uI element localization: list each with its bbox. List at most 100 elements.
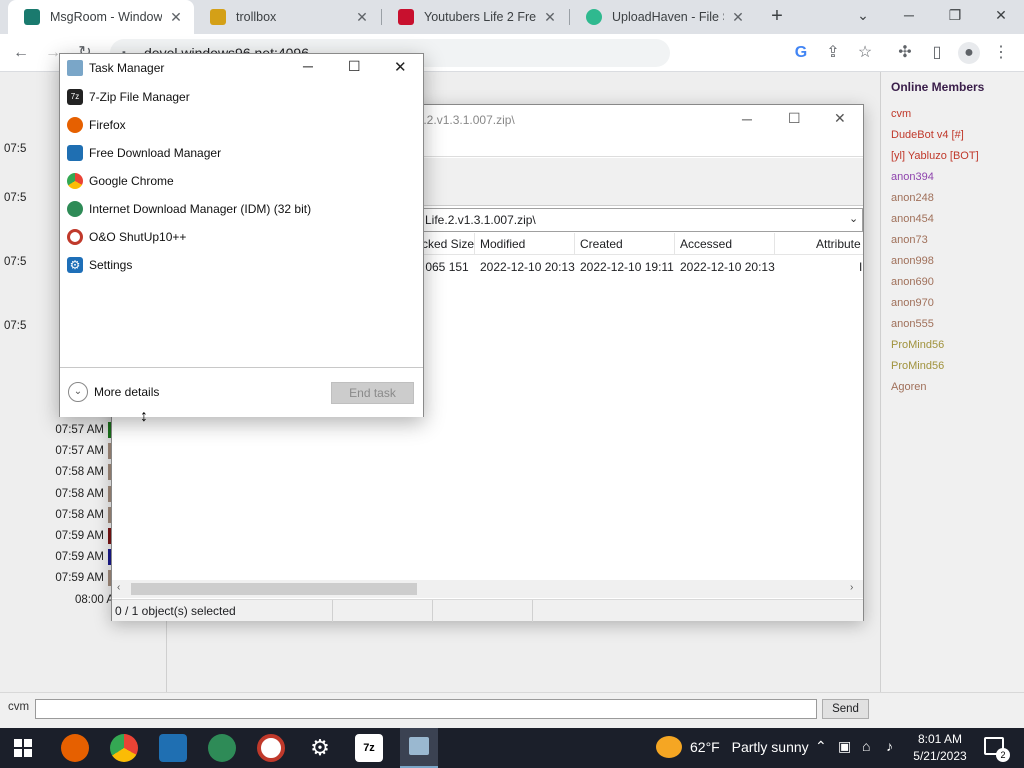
firefox-taskbar-icon[interactable]	[61, 734, 89, 762]
member-item[interactable]: anon394	[891, 171, 934, 183]
task-manager-titlebar[interactable]: Task Manager ─ ☐ ✕	[60, 54, 423, 82]
app-row[interactable]: 7z 7-Zip File Manager	[60, 83, 423, 111]
minimize-icon[interactable]: ─	[896, 4, 922, 26]
task-manager-footer: ⌄ More details End task	[60, 367, 423, 417]
chrome-taskbar-icon[interactable]	[110, 734, 138, 762]
member-item[interactable]: anon998	[891, 255, 934, 267]
member-item[interactable]: anon970	[891, 297, 934, 309]
chevron-up-icon[interactable]: ⌃	[815, 738, 827, 755]
member-item[interactable]: [yl] Yabluzo [BOT]	[891, 150, 979, 162]
maximize-icon[interactable]: ☐	[348, 58, 361, 75]
member-item[interactable]: DudeBot v4 [#]	[891, 129, 964, 141]
app-label: Internet Download Manager (IDM) (32 bit)	[89, 202, 312, 216]
tab-youtubers-life[interactable]: Youtubers Life 2 Free D ✕	[382, 0, 568, 34]
back-icon[interactable]: ←	[10, 42, 32, 64]
restore-icon[interactable]: ❐	[942, 4, 968, 26]
new-tab-icon[interactable]: +	[766, 5, 788, 27]
message-timestamp: 07:57 AM	[55, 424, 104, 436]
task-manager-title: Task Manager	[89, 61, 165, 75]
fdm-taskbar-icon[interactable]	[159, 734, 187, 762]
scrollbar-thumb[interactable]	[131, 583, 417, 595]
scroll-left-icon[interactable]: ‹	[117, 582, 120, 593]
app-row[interactable]: Internet Download Manager (IDM) (32 bit)	[60, 195, 423, 223]
app-row[interactable]: O&O ShutUp10++	[60, 223, 423, 251]
member-item[interactable]: anon555	[891, 318, 934, 330]
app-label: Settings	[89, 258, 133, 272]
send-button[interactable]: Send	[822, 699, 869, 719]
column-separator[interactable]	[574, 233, 575, 255]
column-separator[interactable]	[474, 233, 475, 255]
language-icon[interactable]: ⌂	[862, 738, 870, 754]
close-tab-icon[interactable]: ✕	[730, 9, 746, 26]
column-separator[interactable]	[674, 233, 675, 255]
horizontal-scrollbar[interactable]: ‹ ›	[112, 580, 863, 598]
member-item[interactable]: ProMind56	[891, 360, 944, 372]
tab-trollbox[interactable]: trollbox ✕	[194, 0, 380, 34]
idm-taskbar-icon[interactable]	[208, 734, 236, 762]
sevenzip-icon: 7z	[67, 89, 83, 105]
column-modified[interactable]: Modified	[480, 237, 525, 255]
chevron-down-icon[interactable]: ⌄	[68, 382, 88, 402]
close-tab-icon[interactable]: ✕	[168, 9, 184, 26]
member-item[interactable]: anon248	[891, 192, 934, 204]
online-members-panel: Online Members cvm DudeBot v4 [#] [yl] Y…	[880, 72, 1024, 692]
tab-msgroom[interactable]: MsgRoom - Windows 9 ✕	[8, 0, 194, 34]
weather-text: Partly sunny	[731, 739, 809, 755]
profile-icon[interactable]: ●	[958, 42, 980, 64]
star-icon[interactable]: ☆	[854, 42, 876, 64]
close-icon[interactable]: ✕	[834, 110, 846, 127]
column-accessed[interactable]: Accessed	[680, 237, 732, 255]
trollbox-favicon-icon	[210, 9, 226, 25]
close-tab-icon[interactable]: ✕	[354, 9, 370, 26]
message-timestamp: 07:59 AM	[55, 530, 104, 542]
minimize-icon[interactable]: ─	[303, 58, 313, 74]
start-icon[interactable]	[14, 739, 32, 757]
tab-title: MsgRoom - Windows 9	[50, 10, 162, 24]
app-row[interactable]: Google Chrome	[60, 167, 423, 195]
member-item[interactable]: ProMind56	[891, 339, 944, 351]
kebab-menu-icon[interactable]: ⋮	[990, 42, 1012, 64]
more-details-link[interactable]: More details	[94, 385, 159, 399]
column-created[interactable]: Created	[580, 237, 623, 255]
tab-search-icon[interactable]: ⌄	[850, 4, 876, 26]
status-text: 0 / 1 object(s) selected	[115, 604, 236, 618]
app-row[interactable]: ⚙ Settings	[60, 251, 423, 279]
settings-taskbar-icon[interactable]: ⚙	[306, 734, 334, 762]
minimize-icon[interactable]: ─	[742, 111, 752, 127]
google-icon[interactable]: G	[790, 42, 812, 64]
close-window-icon[interactable]: ✕	[988, 4, 1014, 26]
extensions-icon[interactable]: ✣	[894, 42, 916, 64]
task-manager-taskbar-icon[interactable]	[400, 728, 438, 768]
volume-icon[interactable]: ♪	[886, 738, 893, 754]
tab-uploadhaven[interactable]: UploadHaven - File Sha ✕	[570, 0, 756, 34]
member-item[interactable]: cvm	[891, 108, 911, 120]
chevron-down-icon[interactable]: ⌄	[849, 212, 858, 225]
maximize-icon[interactable]: ☐	[788, 110, 801, 127]
message-timestamp: 08:00 A	[74, 594, 114, 606]
weather-icon[interactable]	[656, 736, 682, 758]
column-attributes[interactable]: Attribute	[816, 237, 861, 255]
member-item[interactable]: Agoren	[891, 381, 926, 393]
scroll-right-icon[interactable]: ›	[850, 582, 853, 593]
app-row[interactable]: Free Download Manager	[60, 139, 423, 167]
idm-icon	[67, 201, 83, 217]
sevenzip-taskbar-icon[interactable]: 7z	[355, 734, 383, 762]
notification-badge: 2	[996, 748, 1010, 762]
member-item[interactable]: anon690	[891, 276, 934, 288]
column-separator[interactable]	[774, 233, 775, 255]
message-input[interactable]	[35, 699, 817, 719]
end-task-button[interactable]: End task	[331, 382, 414, 404]
shutup-taskbar-icon[interactable]	[257, 734, 285, 762]
member-item[interactable]: anon454	[891, 213, 934, 225]
system-clock[interactable]: 8:01 AM 5/21/2023	[902, 731, 978, 765]
sidepanel-icon[interactable]: ▯	[926, 42, 948, 64]
status-divider	[432, 600, 433, 622]
close-tab-icon[interactable]: ✕	[542, 9, 558, 26]
message-timestamp: 07:5	[4, 320, 27, 332]
app-row[interactable]: Firefox	[60, 111, 423, 139]
weather-widget[interactable]: 62°F Partly sunny	[690, 739, 809, 755]
close-icon[interactable]: ✕	[394, 58, 407, 76]
member-item[interactable]: anon73	[891, 234, 928, 246]
share-icon[interactable]: ⇪	[822, 42, 844, 64]
network-icon[interactable]: ▣	[838, 738, 851, 755]
